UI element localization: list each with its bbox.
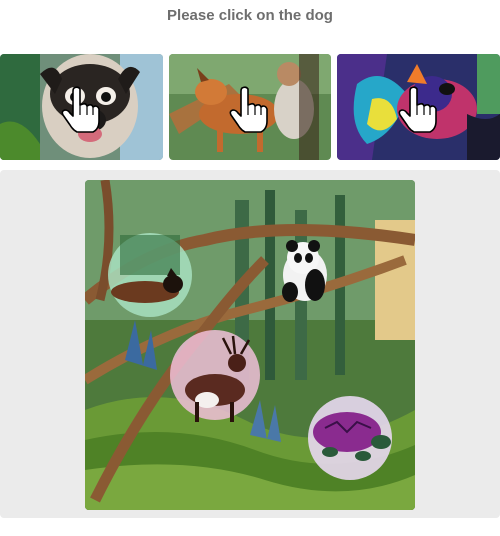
hand-pointer-icon [61, 86, 100, 133]
captcha-widget: Please click on the dog [0, 0, 500, 536]
footer-left-fragment [4, 528, 6, 536]
footer-row [0, 528, 500, 536]
choice-tile-colorful-dog[interactable] [337, 54, 500, 160]
choice-tile-brown-dog[interactable] [169, 54, 331, 160]
footer-mid-fragment [238, 528, 240, 536]
forest-scene-image [85, 180, 415, 510]
challenge-panel [0, 170, 500, 518]
hand-pointer-icon [398, 86, 437, 133]
prompt-text: Please click on the dog [167, 7, 333, 24]
challenge-image[interactable] [85, 180, 415, 510]
choice-tile-pug-dog[interactable] [0, 54, 163, 160]
hand-pointer-icon [229, 86, 268, 133]
